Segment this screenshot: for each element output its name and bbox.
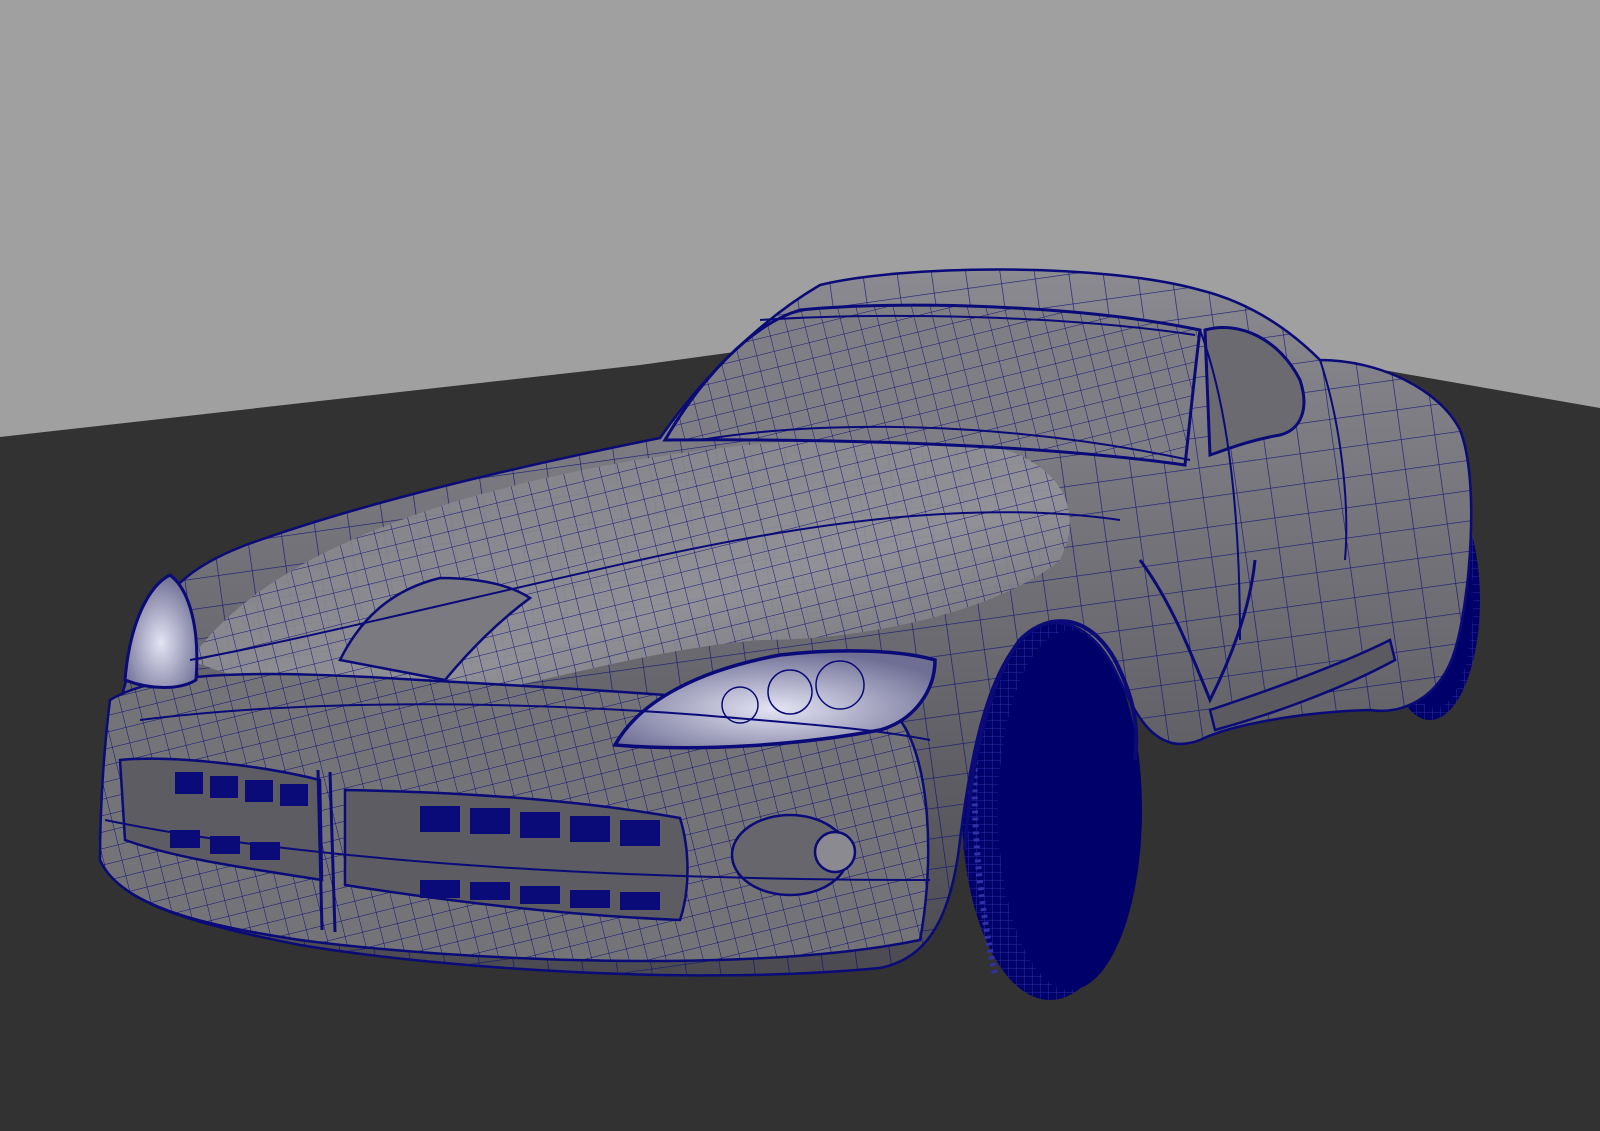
3d-viewport[interactable] xyxy=(0,0,1600,1131)
viewport-canvas[interactable] xyxy=(0,0,1600,1131)
